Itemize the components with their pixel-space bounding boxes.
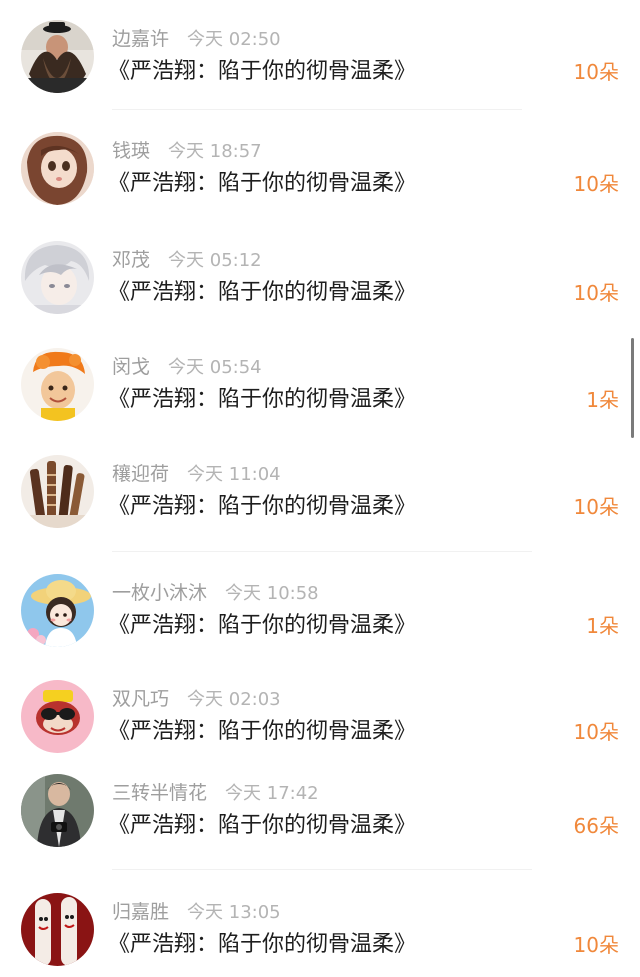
scrollbar-thumb[interactable] <box>631 338 634 438</box>
gift-count: 1朵 <box>586 388 619 412</box>
timestamp: 今天 18:57 <box>168 141 262 162</box>
username: 钱瑛 <box>112 140 151 162</box>
list-item[interactable]: 边嘉许 今天 02:50 《严浩翔：陷于你的彻骨温柔》 10朵 <box>0 8 640 108</box>
timestamp: 今天 13:05 <box>187 902 281 923</box>
list-item[interactable]: 穰迎荷 今天 11:04 《严浩翔：陷于你的彻骨温柔》 10朵 <box>0 443 640 543</box>
gift-count: 10朵 <box>573 281 619 305</box>
book-title[interactable]: 《严浩翔：陷于你的彻骨温柔》 <box>108 610 416 642</box>
gift-count: 10朵 <box>573 172 619 196</box>
timestamp: 今天 05:54 <box>168 357 262 378</box>
painted-fingers-avatar-icon[interactable] <box>21 893 94 966</box>
username: 穰迎荷 <box>112 463 170 485</box>
row-divider <box>112 551 532 552</box>
book-title[interactable]: 《严浩翔：陷于你的彻骨温柔》 <box>108 56 416 88</box>
list-item[interactable]: 一枚小沐沐 今天 10:58 《严浩翔：陷于你的彻骨温柔》 1朵 <box>0 562 640 662</box>
gift-count: 10朵 <box>573 60 619 84</box>
list-item[interactable]: 闵戈 今天 05:54 《严浩翔：陷于你的彻骨温柔》 1朵 <box>0 336 640 436</box>
list-item[interactable]: 归嘉胜 今天 13:05 《严浩翔：陷于你的彻骨温柔》 10朵 <box>0 881 640 977</box>
user-meta: 归嘉胜 今天 13:05 <box>112 899 281 925</box>
timestamp: 今天 11:04 <box>187 464 281 485</box>
child-orange-hat-avatar-icon[interactable] <box>21 348 94 421</box>
monkey-sunglasses-avatar-icon[interactable] <box>21 680 94 753</box>
user-meta: 一枚小沐沐 今天 10:58 <box>112 580 319 606</box>
list-item[interactable]: 三转半情花 今天 17:42 《严浩翔：陷于你的彻骨温柔》 66朵 <box>0 762 640 862</box>
man-with-camera-avatar-icon[interactable] <box>21 774 94 847</box>
gift-count: 1朵 <box>586 614 619 638</box>
book-title[interactable]: 《严浩翔：陷于你的彻骨温柔》 <box>108 168 416 200</box>
bearded-man-avatar-icon[interactable] <box>21 20 94 93</box>
row-divider <box>112 109 522 110</box>
row-divider <box>112 869 532 870</box>
book-title[interactable]: 《严浩翔：陷于你的彻骨温柔》 <box>108 491 416 523</box>
chocolate-sticks-avatar-icon[interactable] <box>21 455 94 528</box>
username: 双凡巧 <box>112 688 170 710</box>
list-item[interactable]: 双凡巧 今天 02:03 《严浩翔：陷于你的彻骨温柔》 10朵 <box>0 668 640 768</box>
username: 归嘉胜 <box>112 901 170 923</box>
user-meta: 闵戈 今天 05:54 <box>112 354 262 380</box>
user-meta: 穰迎荷 今天 11:04 <box>112 461 281 487</box>
user-meta: 三转半情花 今天 17:42 <box>112 780 319 806</box>
timestamp: 今天 05:12 <box>168 250 262 271</box>
timestamp: 今天 17:42 <box>225 783 319 804</box>
gift-count: 10朵 <box>573 933 619 957</box>
timestamp: 今天 02:03 <box>187 689 281 710</box>
book-title[interactable]: 《严浩翔：陷于你的彻骨温柔》 <box>108 716 416 748</box>
list-item[interactable]: 钱瑛 今天 18:57 《严浩翔：陷于你的彻骨温柔》 10朵 <box>0 120 640 220</box>
timestamp: 今天 02:50 <box>187 29 281 50</box>
book-title[interactable]: 《严浩翔：陷于你的彻骨温柔》 <box>108 384 416 416</box>
username: 邓茂 <box>112 249 151 271</box>
list-item[interactable]: 邓茂 今天 05:12 《严浩翔：陷于你的彻骨温柔》 10朵 <box>0 229 640 329</box>
doll-girl-avatar-icon[interactable] <box>21 132 94 205</box>
gift-count: 10朵 <box>573 720 619 744</box>
book-title[interactable]: 《严浩翔：陷于你的彻骨温柔》 <box>108 810 416 842</box>
cartoon-girl-straw-hat-avatar-icon[interactable] <box>21 574 94 647</box>
gift-count: 10朵 <box>573 495 619 519</box>
anime-boy-avatar-icon[interactable] <box>21 241 94 314</box>
username: 一枚小沐沐 <box>112 582 208 604</box>
gift-count: 66朵 <box>573 814 619 838</box>
username: 三转半情花 <box>112 782 208 804</box>
book-title[interactable]: 《严浩翔：陷于你的彻骨温柔》 <box>108 929 416 961</box>
gift-record-list: 边嘉许 今天 02:50 《严浩翔：陷于你的彻骨温柔》 10朵 钱瑛 今天 18:5… <box>0 0 640 977</box>
timestamp: 今天 10:58 <box>225 583 319 604</box>
user-meta: 钱瑛 今天 18:57 <box>112 138 262 164</box>
user-meta: 双凡巧 今天 02:03 <box>112 686 281 712</box>
user-meta: 邓茂 今天 05:12 <box>112 247 262 273</box>
user-meta: 边嘉许 今天 02:50 <box>112 26 281 52</box>
book-title[interactable]: 《严浩翔：陷于你的彻骨温柔》 <box>108 277 416 309</box>
username: 边嘉许 <box>112 28 170 50</box>
username: 闵戈 <box>112 356 151 378</box>
